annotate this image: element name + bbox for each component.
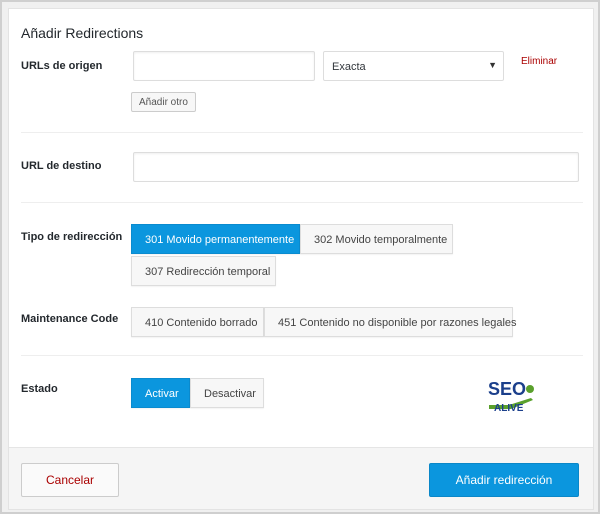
maintenance-code-label: Maintenance Code [21,313,119,325]
redirect-type-label: Tipo de redirección [21,231,123,243]
window-frame: Añadir Redirections URLs de origen Exact… [0,0,600,514]
add-redirection-button[interactable]: Añadir redirección [429,463,579,497]
modal-title: Añadir Redirections [21,25,144,41]
destination-url-input[interactable] [133,152,579,182]
logo-text-alive: ALIVE [494,403,524,414]
status-deactivate-option[interactable]: Desactivar [190,378,264,408]
redirect-302-option[interactable]: 302 Movido temporalmente [300,224,453,254]
maintenance-451-option[interactable]: 451 Contenido no disponible por razones … [264,307,517,337]
maintenance-410-option[interactable]: 410 Contenido borrado [131,307,264,337]
source-urls-label: URLs de origen [21,60,103,72]
status-activate-option[interactable]: Activar [131,378,190,408]
cancel-button[interactable]: Cancelar [21,463,119,497]
match-type-value: Exacta [332,61,366,73]
divider [21,355,583,356]
redirect-301-option[interactable]: 301 Movido permanentemente [131,224,300,254]
logo-dot [526,385,534,393]
redirect-307-option[interactable]: 307 Redirección temporal [131,256,276,286]
seo-alive-logo: SEO ALIVE [488,379,534,414]
add-another-button[interactable]: Añadir otro [131,92,196,112]
destination-url-label: URL de destino [21,160,102,172]
match-type-select[interactable]: Exacta ▼ [323,51,504,81]
add-redirection-modal: Añadir Redirections URLs de origen Exact… [8,8,594,510]
divider [21,132,583,133]
status-label: Estado [21,383,58,395]
remove-source-link[interactable]: Eliminar [521,56,557,67]
modal-footer: Cancelar Añadir redirección [9,447,593,509]
divider [21,202,583,203]
dropdown-arrow-icon: ▼ [488,60,497,70]
logo-text-seo: SEO [488,379,526,399]
source-url-input[interactable] [133,51,315,81]
